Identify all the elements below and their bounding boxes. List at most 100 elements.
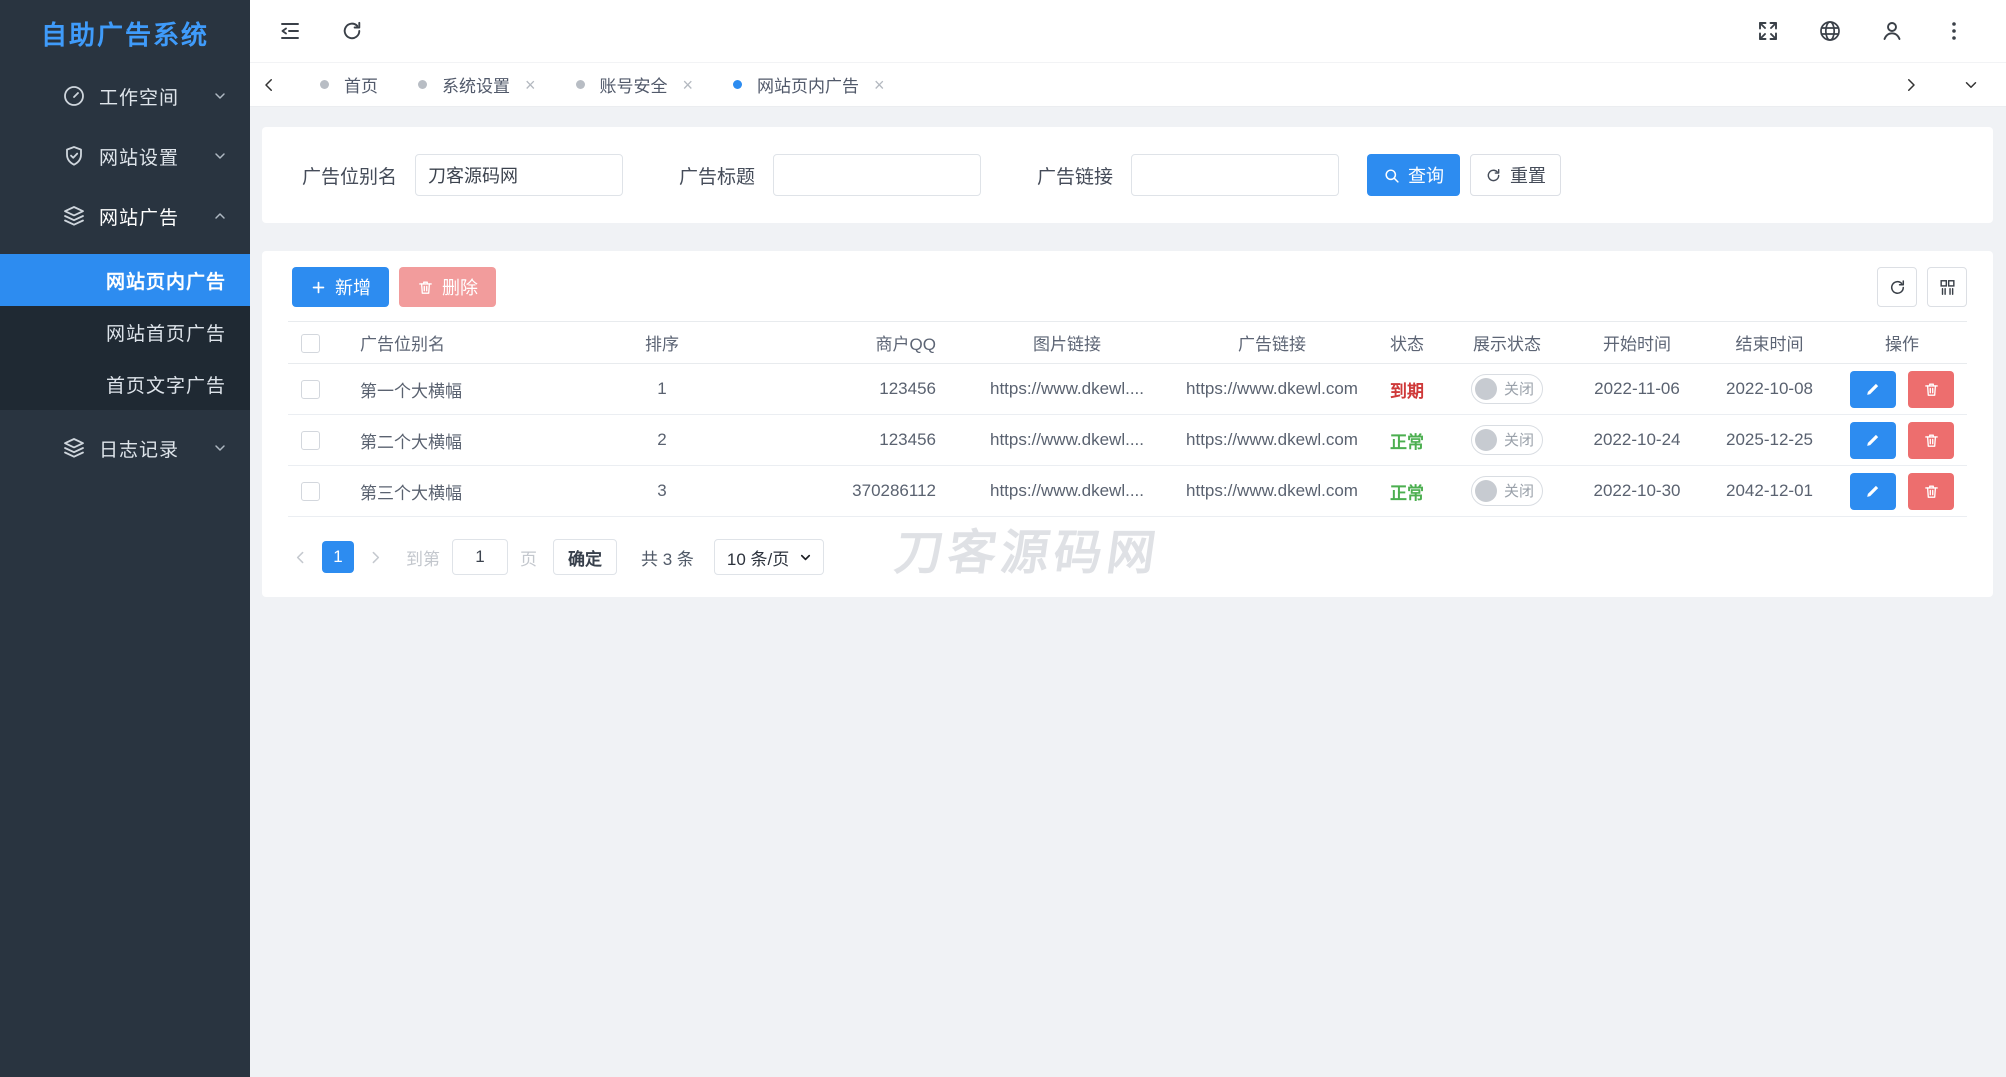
- column-settings-button[interactable]: [1927, 267, 1967, 307]
- toggle-label: 关闭: [1504, 480, 1534, 501]
- select-all-checkbox[interactable]: [301, 334, 320, 353]
- tab-home[interactable]: 首页: [320, 72, 378, 97]
- chevron-up-icon: [212, 208, 228, 224]
- row-checkbox[interactable]: [301, 482, 320, 501]
- cell-ad-link: https://www.dkewl.com: [1172, 415, 1372, 466]
- plus-icon: [310, 279, 327, 296]
- close-icon[interactable]: ×: [683, 76, 694, 94]
- tabs-scroll-right-icon[interactable]: [1902, 76, 1920, 94]
- chevron-down-icon: [212, 88, 228, 104]
- prev-page-icon[interactable]: [292, 549, 309, 566]
- table-row: 第三个大横幅 3 370286112 https://www.dkewl....…: [288, 466, 1967, 517]
- cell-ad-link: https://www.dkewl.com: [1172, 466, 1372, 517]
- page-unit-label: 页: [520, 545, 537, 570]
- more-vertical-icon[interactable]: [1942, 19, 1966, 43]
- tabs-menu-chevron-down-icon[interactable]: [1962, 76, 1980, 94]
- table-refresh-button[interactable]: [1877, 267, 1917, 307]
- sidebar-item-homepage-ads[interactable]: 网站首页广告: [0, 306, 250, 358]
- refresh-icon[interactable]: [340, 19, 364, 43]
- display-toggle[interactable]: 关闭: [1471, 425, 1543, 455]
- tab-dot-icon: [576, 80, 585, 89]
- tab-inpage-ads[interactable]: 网站页内广告 ×: [733, 72, 885, 97]
- cell-sort: 1: [562, 364, 762, 415]
- sidebar-item-label: 网站设置: [99, 143, 212, 170]
- ad-link-input[interactable]: [1131, 154, 1339, 196]
- table-header-row: 广告位别名 排序 商户QQ 图片链接 广告链接 状态 展示状态 开始时间 结束时…: [288, 322, 1967, 364]
- row-checkbox[interactable]: [301, 431, 320, 450]
- edit-button[interactable]: [1850, 371, 1896, 408]
- tab-dot-icon: [320, 80, 329, 89]
- display-toggle[interactable]: 关闭: [1471, 374, 1543, 404]
- search-panel: 广告位别名 广告标题 广告链接 查询 重置: [262, 127, 1993, 223]
- col-header-start-time: 开始时间: [1572, 322, 1702, 364]
- toggle-knob: [1475, 378, 1497, 400]
- cell-end-time: 2025-12-25: [1702, 415, 1837, 466]
- layers-icon: [62, 436, 86, 460]
- sidebar-item-site-ads[interactable]: 网站广告: [0, 186, 250, 246]
- sidebar-item-workspace[interactable]: 工作空间: [0, 66, 250, 126]
- page-size-select[interactable]: 10 条/页: [714, 539, 824, 575]
- layers-icon: [62, 204, 86, 228]
- main-area: 首页 系统设置 × 账号安全 × 网站页内广告 ×: [250, 0, 2006, 1077]
- cell-qq: 370286112: [762, 466, 962, 517]
- goto-page-input[interactable]: [452, 539, 508, 575]
- user-icon[interactable]: [1880, 19, 1904, 43]
- field-label-ad-alias: 广告位别名: [302, 162, 397, 189]
- table-panel: 新增 删除: [262, 251, 1993, 597]
- close-icon[interactable]: ×: [525, 76, 536, 94]
- table-row: 第二个大横幅 2 123456 https://www.dkewl.... ht…: [288, 415, 1967, 466]
- row-checkbox[interactable]: [301, 380, 320, 399]
- cell-sort: 2: [562, 415, 762, 466]
- cell-image-link: https://www.dkewl....: [962, 466, 1172, 517]
- display-toggle[interactable]: 关闭: [1471, 476, 1543, 506]
- fullscreen-icon[interactable]: [1756, 19, 1780, 43]
- col-header-image-link: 图片链接: [962, 322, 1172, 364]
- toggle-knob: [1475, 480, 1497, 502]
- pagination: 1 到第 页 确定 共 3 条 10 条/页: [292, 539, 1967, 575]
- reset-button[interactable]: 重置: [1470, 154, 1561, 196]
- row-delete-button[interactable]: [1908, 473, 1954, 510]
- goto-page-label: 到第: [406, 545, 440, 570]
- menu-fold-icon[interactable]: [278, 19, 302, 43]
- cell-alias: 第一个大横幅: [332, 364, 562, 415]
- tab-system-settings[interactable]: 系统设置 ×: [418, 72, 536, 97]
- col-header-qq: 商户QQ: [762, 322, 962, 364]
- sidebar-item-inpage-ads[interactable]: 网站页内广告: [0, 254, 250, 306]
- col-header-end-time: 结束时间: [1702, 322, 1837, 364]
- query-button[interactable]: 查询: [1367, 154, 1460, 196]
- sidebar-item-site-settings[interactable]: 网站设置: [0, 126, 250, 186]
- cell-qq: 123456: [762, 364, 962, 415]
- close-icon[interactable]: ×: [874, 76, 885, 94]
- sidebar-item-logs[interactable]: 日志记录: [0, 418, 250, 478]
- page-size-value: 10 条/页: [727, 545, 789, 570]
- sidebar-item-home-text-ads[interactable]: 首页文字广告: [0, 358, 250, 410]
- edit-button[interactable]: [1850, 473, 1896, 510]
- ad-title-input[interactable]: [773, 154, 981, 196]
- delete-button-label: 删除: [442, 274, 478, 300]
- cell-sort: 3: [562, 466, 762, 517]
- tabs-scroll-left-icon[interactable]: [260, 76, 278, 94]
- trash-icon: [1923, 483, 1940, 500]
- cell-start-time: 2022-10-30: [1572, 466, 1702, 517]
- globe-icon[interactable]: [1818, 19, 1842, 43]
- tab-label: 系统设置: [442, 72, 510, 97]
- edit-button[interactable]: [1850, 422, 1896, 459]
- delete-button[interactable]: 删除: [399, 267, 496, 307]
- submenu-item-label: 网站首页广告: [106, 319, 226, 346]
- tab-account-security[interactable]: 账号安全 ×: [576, 72, 694, 97]
- chevron-down-icon: [798, 550, 813, 565]
- ad-alias-input[interactable]: [415, 154, 623, 196]
- add-button[interactable]: 新增: [292, 267, 389, 307]
- page-number-button[interactable]: 1: [322, 541, 354, 573]
- next-page-icon[interactable]: [367, 549, 384, 566]
- cell-image-link: https://www.dkewl....: [962, 415, 1172, 466]
- row-delete-button[interactable]: [1908, 371, 1954, 408]
- chevron-down-icon: [212, 148, 228, 164]
- col-header-status: 状态: [1372, 322, 1442, 364]
- submenu-item-label: 首页文字广告: [106, 371, 226, 398]
- goto-confirm-button[interactable]: 确定: [553, 539, 617, 575]
- reset-button-label: 重置: [1510, 162, 1546, 188]
- search-icon: [1383, 167, 1400, 184]
- row-delete-button[interactable]: [1908, 422, 1954, 459]
- tab-label: 账号安全: [600, 72, 668, 97]
